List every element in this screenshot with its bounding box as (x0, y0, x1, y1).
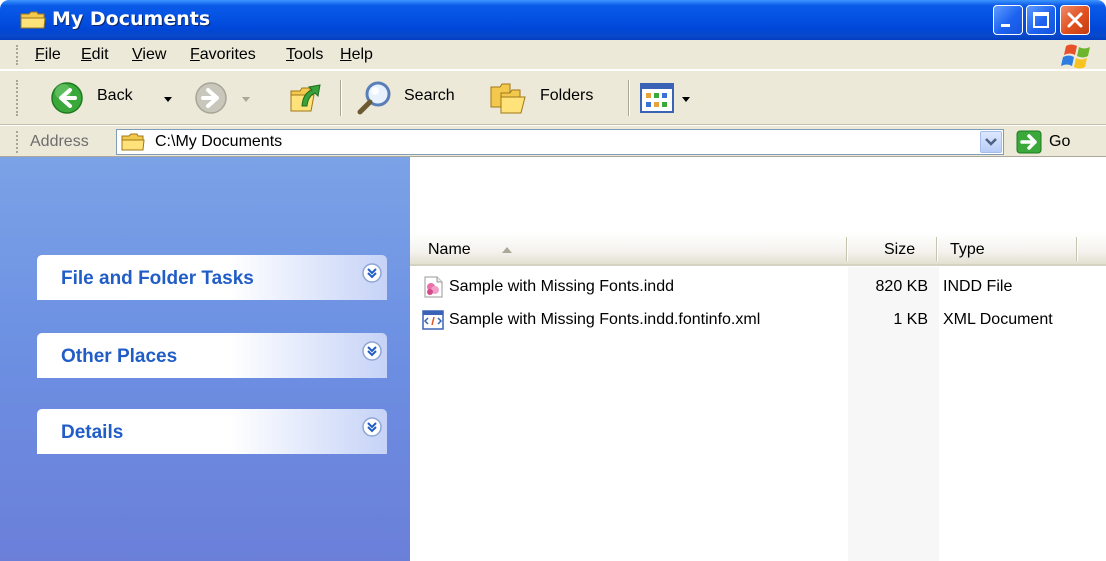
folder-icon (20, 11, 46, 29)
explorer-window: My Documents File Edit View Favorites To… (0, 0, 1106, 561)
close-icon (1067, 12, 1083, 28)
xml-file-icon (422, 310, 444, 330)
views-dropdown-icon[interactable] (682, 97, 690, 102)
folders-icon (490, 83, 526, 114)
window-title: My Documents (52, 8, 211, 30)
menu-edit[interactable]: Edit (81, 46, 109, 64)
details-panel[interactable]: Details (37, 409, 387, 454)
search-button[interactable]: Search (352, 71, 480, 125)
expand-chevron-icon[interactable] (362, 263, 382, 283)
address-dropdown-button[interactable] (980, 131, 1002, 153)
minimize-icon (1001, 24, 1010, 27)
menu-bar: File Edit View Favorites Tools Help (0, 40, 1106, 70)
address-label: Address (30, 133, 89, 150)
forward-dropdown-icon[interactable] (242, 97, 250, 102)
file-and-folder-tasks-panel[interactable]: File and Folder Tasks (37, 255, 387, 300)
maximize-icon (1033, 12, 1049, 28)
address-bar: Address C:\My Documents Go (0, 125, 1106, 157)
list-item[interactable]: Sample with Missing Fonts.indd 820 KB IN… (410, 273, 1106, 303)
go-arrow-icon[interactable] (1016, 130, 1042, 154)
panel-title[interactable]: Other Places (61, 346, 177, 368)
file-list[interactable]: Name Size Type Sample with Missing Fonts… (410, 157, 1106, 561)
column-header-type[interactable]: Type (950, 241, 985, 259)
list-header: Name Size Type (410, 232, 1106, 266)
column-header-name[interactable]: Name (428, 241, 471, 259)
go-button[interactable]: Go (1049, 133, 1070, 151)
address-input[interactable]: C:\My Documents (116, 129, 1004, 155)
chevron-down-icon (985, 138, 997, 146)
menu-tools[interactable]: Tools (286, 46, 323, 64)
back-button[interactable]: Back (44, 71, 184, 125)
menu-view[interactable]: View (132, 46, 166, 64)
maximize-button[interactable] (1026, 5, 1056, 35)
standard-toolbar: Back Search Folders (0, 70, 1106, 125)
column-divider[interactable] (936, 237, 938, 261)
up-folder-icon (290, 84, 321, 112)
toolbar-grip[interactable] (16, 80, 19, 116)
back-dropdown-icon[interactable] (164, 97, 172, 102)
close-button[interactable] (1060, 5, 1090, 35)
folders-label: Folders (540, 87, 594, 104)
back-label: Back (97, 87, 133, 104)
forward-button[interactable] (190, 71, 260, 125)
minimize-button[interactable] (993, 5, 1023, 35)
views-icon (640, 83, 674, 113)
indd-file-icon (424, 276, 443, 298)
menu-file[interactable]: File (35, 46, 61, 64)
file-size: 820 KB (875, 278, 928, 295)
file-type: XML Document (943, 311, 1053, 328)
menubar-grip[interactable] (16, 45, 19, 65)
column-divider[interactable] (846, 237, 848, 261)
search-label: Search (404, 87, 455, 104)
column-divider[interactable] (1076, 237, 1078, 261)
expand-chevron-icon[interactable] (362, 341, 382, 361)
search-icon (357, 81, 391, 115)
file-name: Sample with Missing Fonts.indd.fontinfo.… (449, 311, 761, 328)
views-button[interactable] (638, 71, 704, 125)
column-header-size[interactable]: Size (884, 241, 915, 259)
addressbar-grip[interactable] (16, 131, 19, 153)
file-size: 1 KB (893, 311, 928, 328)
toolbar-separator (628, 80, 630, 116)
forward-arrow-icon (195, 82, 227, 114)
file-type: INDD File (943, 278, 1013, 295)
title-bar[interactable]: My Documents (0, 0, 1106, 40)
folders-button[interactable]: Folders (486, 71, 618, 125)
other-places-panel[interactable]: Other Places (37, 333, 387, 378)
panel-title[interactable]: File and Folder Tasks (61, 268, 254, 290)
list-item[interactable]: Sample with Missing Fonts.indd.fontinfo.… (410, 306, 1106, 336)
address-value: C:\My Documents (155, 133, 283, 150)
file-name: Sample with Missing Fonts.indd (449, 278, 674, 295)
menu-favorites[interactable]: Favorites (190, 46, 256, 64)
folder-icon (121, 133, 145, 151)
expand-chevron-icon[interactable] (362, 417, 382, 437)
menu-help[interactable]: Help (340, 46, 373, 64)
up-button[interactable] (284, 71, 330, 125)
toolbar-separator (340, 80, 342, 116)
panel-title[interactable]: Details (61, 422, 123, 444)
sort-ascending-icon (502, 247, 512, 253)
task-pane: File and Folder Tasks Other Places Detai… (0, 157, 410, 561)
windows-logo-icon (1061, 44, 1090, 69)
back-arrow-icon (51, 82, 83, 114)
